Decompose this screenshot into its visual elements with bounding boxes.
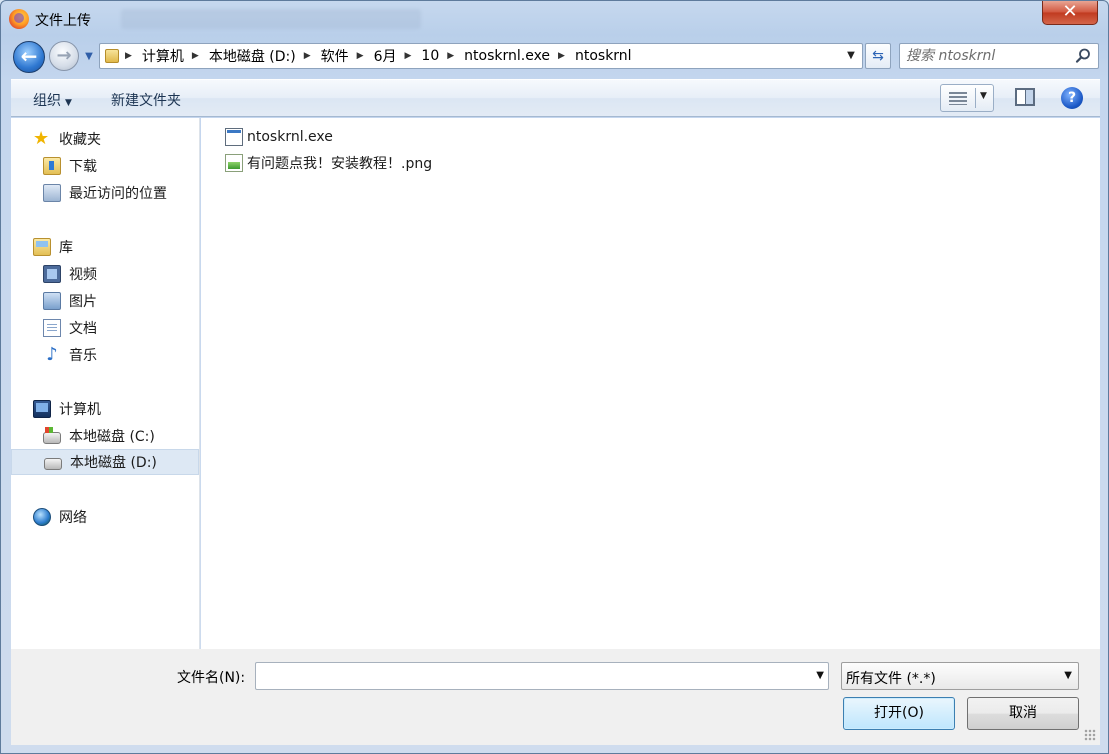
filename-label: 文件名(N):	[177, 670, 246, 686]
back-button[interactable]: ←	[13, 41, 45, 73]
exe-file-icon	[225, 128, 243, 146]
breadcrumb-item[interactable]: 本地磁盘 (D:)	[209, 46, 296, 66]
libraries-icon	[33, 238, 51, 256]
list-item[interactable]: ntoskrnl.exe	[225, 126, 333, 148]
breadcrumb-item[interactable]: ntoskrnl.exe	[464, 48, 550, 64]
favorites-star-icon: ★	[33, 128, 50, 149]
address-dropdown-icon[interactable]: ▼	[840, 44, 862, 68]
breadcrumb-separator-icon[interactable]: ▶	[192, 51, 199, 61]
chevron-down-icon: ▼	[65, 98, 72, 108]
breadcrumb-item[interactable]: 计算机	[142, 46, 184, 66]
new-folder-button[interactable]: 新建文件夹	[111, 90, 181, 110]
pictures-library-icon	[43, 292, 61, 310]
list-item[interactable]: 有问题点我！安装教程！.png	[225, 152, 432, 174]
sidebar-item-libraries[interactable]: 库	[11, 234, 199, 260]
navigation-pane: ★ 收藏夹 下载 最近访问的位置 库 视频 图片 文档 ♪ 音乐 计算机 本地磁…	[11, 118, 200, 649]
help-button[interactable]: ?	[1061, 87, 1083, 109]
refresh-button[interactable]: ⇆	[865, 43, 891, 69]
breadcrumb-separator-icon[interactable]: ▶	[404, 51, 411, 61]
file-list[interactable]: ntoskrnl.exe 有问题点我！安装教程！.png	[201, 118, 1100, 649]
refresh-icon: ⇆	[872, 48, 884, 64]
file-type-value: 所有文件 (*.*)	[846, 671, 936, 687]
background-window-blur	[121, 9, 421, 29]
file-name: ntoskrnl.exe	[247, 129, 333, 145]
breadcrumb-separator-icon[interactable]: ▶	[304, 51, 311, 61]
breadcrumb-separator-icon[interactable]: ▶	[447, 51, 454, 61]
breadcrumb-separator-icon[interactable]: ▶	[558, 51, 565, 61]
sidebar-item-drive-c[interactable]: 本地磁盘 (C:)	[11, 423, 199, 449]
sidebar-item-label: 音乐	[69, 348, 97, 364]
sidebar-item-label: 下载	[69, 159, 97, 175]
sidebar-item-label: 网络	[59, 510, 87, 526]
folder-icon	[105, 49, 119, 63]
view-button-divider	[975, 88, 976, 108]
search-box[interactable]	[899, 43, 1099, 69]
filename-input[interactable]	[260, 667, 800, 685]
documents-library-icon	[43, 319, 61, 337]
breadcrumb-separator-icon[interactable]: ▶	[125, 51, 132, 61]
drive-icon	[44, 458, 62, 470]
video-library-icon	[43, 265, 61, 283]
resize-grip-icon[interactable]	[1084, 729, 1096, 741]
search-icon[interactable]	[1074, 47, 1092, 65]
search-input[interactable]	[906, 47, 1066, 65]
sidebar-item-label: 文档	[69, 321, 97, 337]
preview-pane-button[interactable]	[1015, 88, 1035, 106]
change-view-button[interactable]: ▼	[940, 84, 994, 112]
sidebar-item-pictures[interactable]: 图片	[11, 288, 199, 314]
organize-label: 组织	[33, 93, 61, 109]
sidebar-item-label: 本地磁盘 (C:)	[69, 429, 155, 445]
sidebar-item-documents[interactable]: 文档	[11, 315, 199, 341]
cancel-button[interactable]: 取消	[967, 697, 1079, 730]
sidebar-item-label: 最近访问的位置	[69, 186, 167, 202]
chevron-down-icon: ▼	[1064, 670, 1072, 681]
sidebar-item-favorites[interactable]: ★ 收藏夹	[11, 126, 199, 152]
sidebar-item-videos[interactable]: 视频	[11, 261, 199, 287]
view-options-dropdown[interactable]: ▼	[980, 91, 987, 101]
sidebar-item-recent-places[interactable]: 最近访问的位置	[11, 180, 199, 206]
breadcrumb-item[interactable]: ntoskrnl	[575, 48, 632, 64]
firefox-icon	[9, 9, 29, 29]
downloads-folder-icon	[43, 157, 61, 175]
open-button[interactable]: 打开(O)	[843, 697, 955, 730]
sidebar-item-label: 计算机	[59, 402, 101, 418]
file-type-select[interactable]: 所有文件 (*.*) ▼	[841, 662, 1079, 690]
filename-combobox[interactable]: ▼	[255, 662, 829, 690]
sidebar-item-downloads[interactable]: 下载	[11, 153, 199, 179]
sidebar-item-label: 图片	[69, 294, 97, 310]
window-title: 文件上传	[35, 13, 91, 29]
file-name: 有问题点我！安装教程！.png	[247, 156, 433, 172]
address-bar[interactable]: ▶ 计算机 ▶ 本地磁盘 (D:) ▶ 软件 ▶ 6月 ▶ 10 ▶ ntosk…	[99, 43, 863, 69]
breadcrumb-item[interactable]: 10	[421, 48, 439, 64]
title-bar: 文件上传 ✕	[1, 1, 1108, 37]
file-upload-dialog: 文件上传 ✕ ← → ▼ ▶ 计算机 ▶ 本地磁盘 (D:) ▶ 软件 ▶ 6月…	[0, 0, 1109, 754]
recent-locations-dropdown[interactable]: ▼	[83, 51, 95, 63]
network-icon	[33, 508, 51, 526]
close-button[interactable]: ✕	[1042, 1, 1098, 25]
sidebar-item-label: 视频	[69, 267, 97, 283]
sidebar-item-drive-d[interactable]: 本地磁盘 (D:)	[11, 449, 199, 475]
recent-places-icon	[43, 184, 61, 202]
breadcrumb-item[interactable]: 6月	[374, 46, 397, 66]
organize-menu[interactable]: 组织 ▼	[33, 90, 72, 110]
command-bar: 组织 ▼ 新建文件夹 ▼ ?	[11, 79, 1100, 117]
details-view-icon	[949, 92, 967, 105]
breadcrumb-item[interactable]: 软件	[321, 46, 349, 66]
music-library-icon: ♪	[46, 344, 58, 365]
png-file-icon	[225, 154, 243, 172]
sidebar-item-label: 本地磁盘 (D:)	[70, 455, 157, 471]
sidebar-item-music[interactable]: ♪ 音乐	[11, 342, 199, 368]
breadcrumb: ▶ 计算机 ▶ 本地磁盘 (D:) ▶ 软件 ▶ 6月 ▶ 10 ▶ ntosk…	[125, 46, 632, 66]
breadcrumb-separator-icon[interactable]: ▶	[357, 51, 364, 61]
sidebar-item-network[interactable]: 网络	[11, 504, 199, 530]
chevron-down-icon[interactable]: ▼	[816, 670, 824, 681]
computer-icon	[33, 400, 51, 418]
sidebar-item-computer[interactable]: 计算机	[11, 396, 199, 422]
sidebar-item-label: 库	[59, 240, 73, 256]
dialog-footer: 文件名(N): ▼ 所有文件 (*.*) ▼ 打开(O) 取消	[11, 649, 1100, 745]
sidebar-item-label: 收藏夹	[59, 132, 101, 148]
system-drive-icon	[43, 427, 61, 444]
forward-button[interactable]: →	[49, 41, 79, 71]
